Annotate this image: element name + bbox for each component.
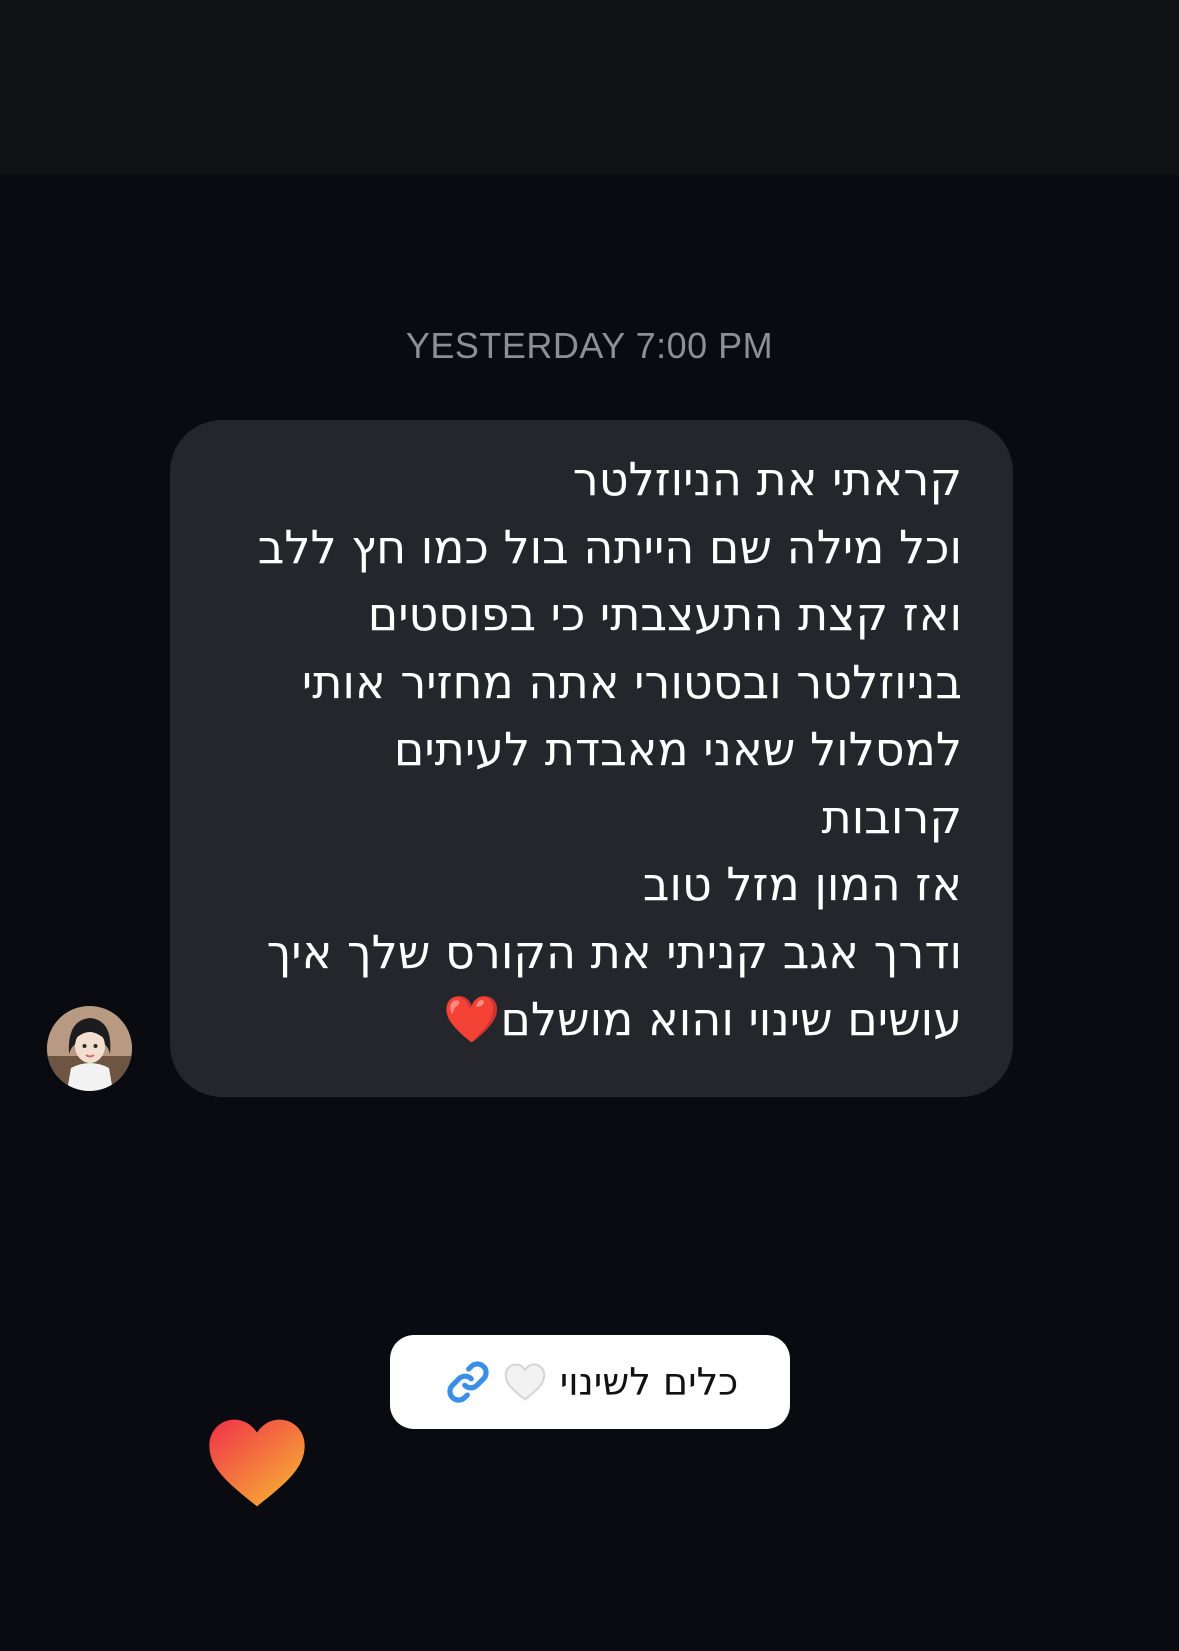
message-line: בניוזלטר ובסטורי אתה מחזיר אותי — [301, 654, 962, 709]
message-line: ודרך אגב קניתי את הקורס שלך איך — [266, 924, 962, 979]
message-timestamp: YESTERDAY 7:00 PM — [405, 325, 774, 366]
top-bar — [0, 0, 1179, 175]
white-heart-icon — [504, 1363, 546, 1401]
message-line: קראתי את הניוזלטר — [572, 452, 962, 506]
sender-avatar[interactable] — [47, 1006, 132, 1091]
link-icon — [447, 1361, 489, 1403]
received-message-bubble[interactable]: קראתי את הניוזלטר וכל מילה שם הייתה בול … — [170, 420, 1013, 1097]
gradient-heart-icon[interactable] — [205, 1415, 309, 1511]
message-line: ואז קצת התעצבתי כי בפוסטים — [367, 587, 962, 641]
message-line: למסלול שאני מאבדת לעיתים — [393, 722, 962, 776]
message-line: וכל מילה שם הייתה בול כמו חץ ללב — [257, 519, 962, 574]
link-preview-pill[interactable]: כלים לשינוי — [390, 1335, 790, 1429]
message-line: קרובות — [821, 789, 963, 844]
message-line: עושים שינוי והוא מושלם❤️ — [443, 992, 962, 1046]
link-preview-label: כלים לשינוי — [559, 1360, 739, 1404]
message-line: אז המון מזל טוב — [642, 857, 962, 911]
avatar-woman-icon — [47, 1006, 132, 1091]
